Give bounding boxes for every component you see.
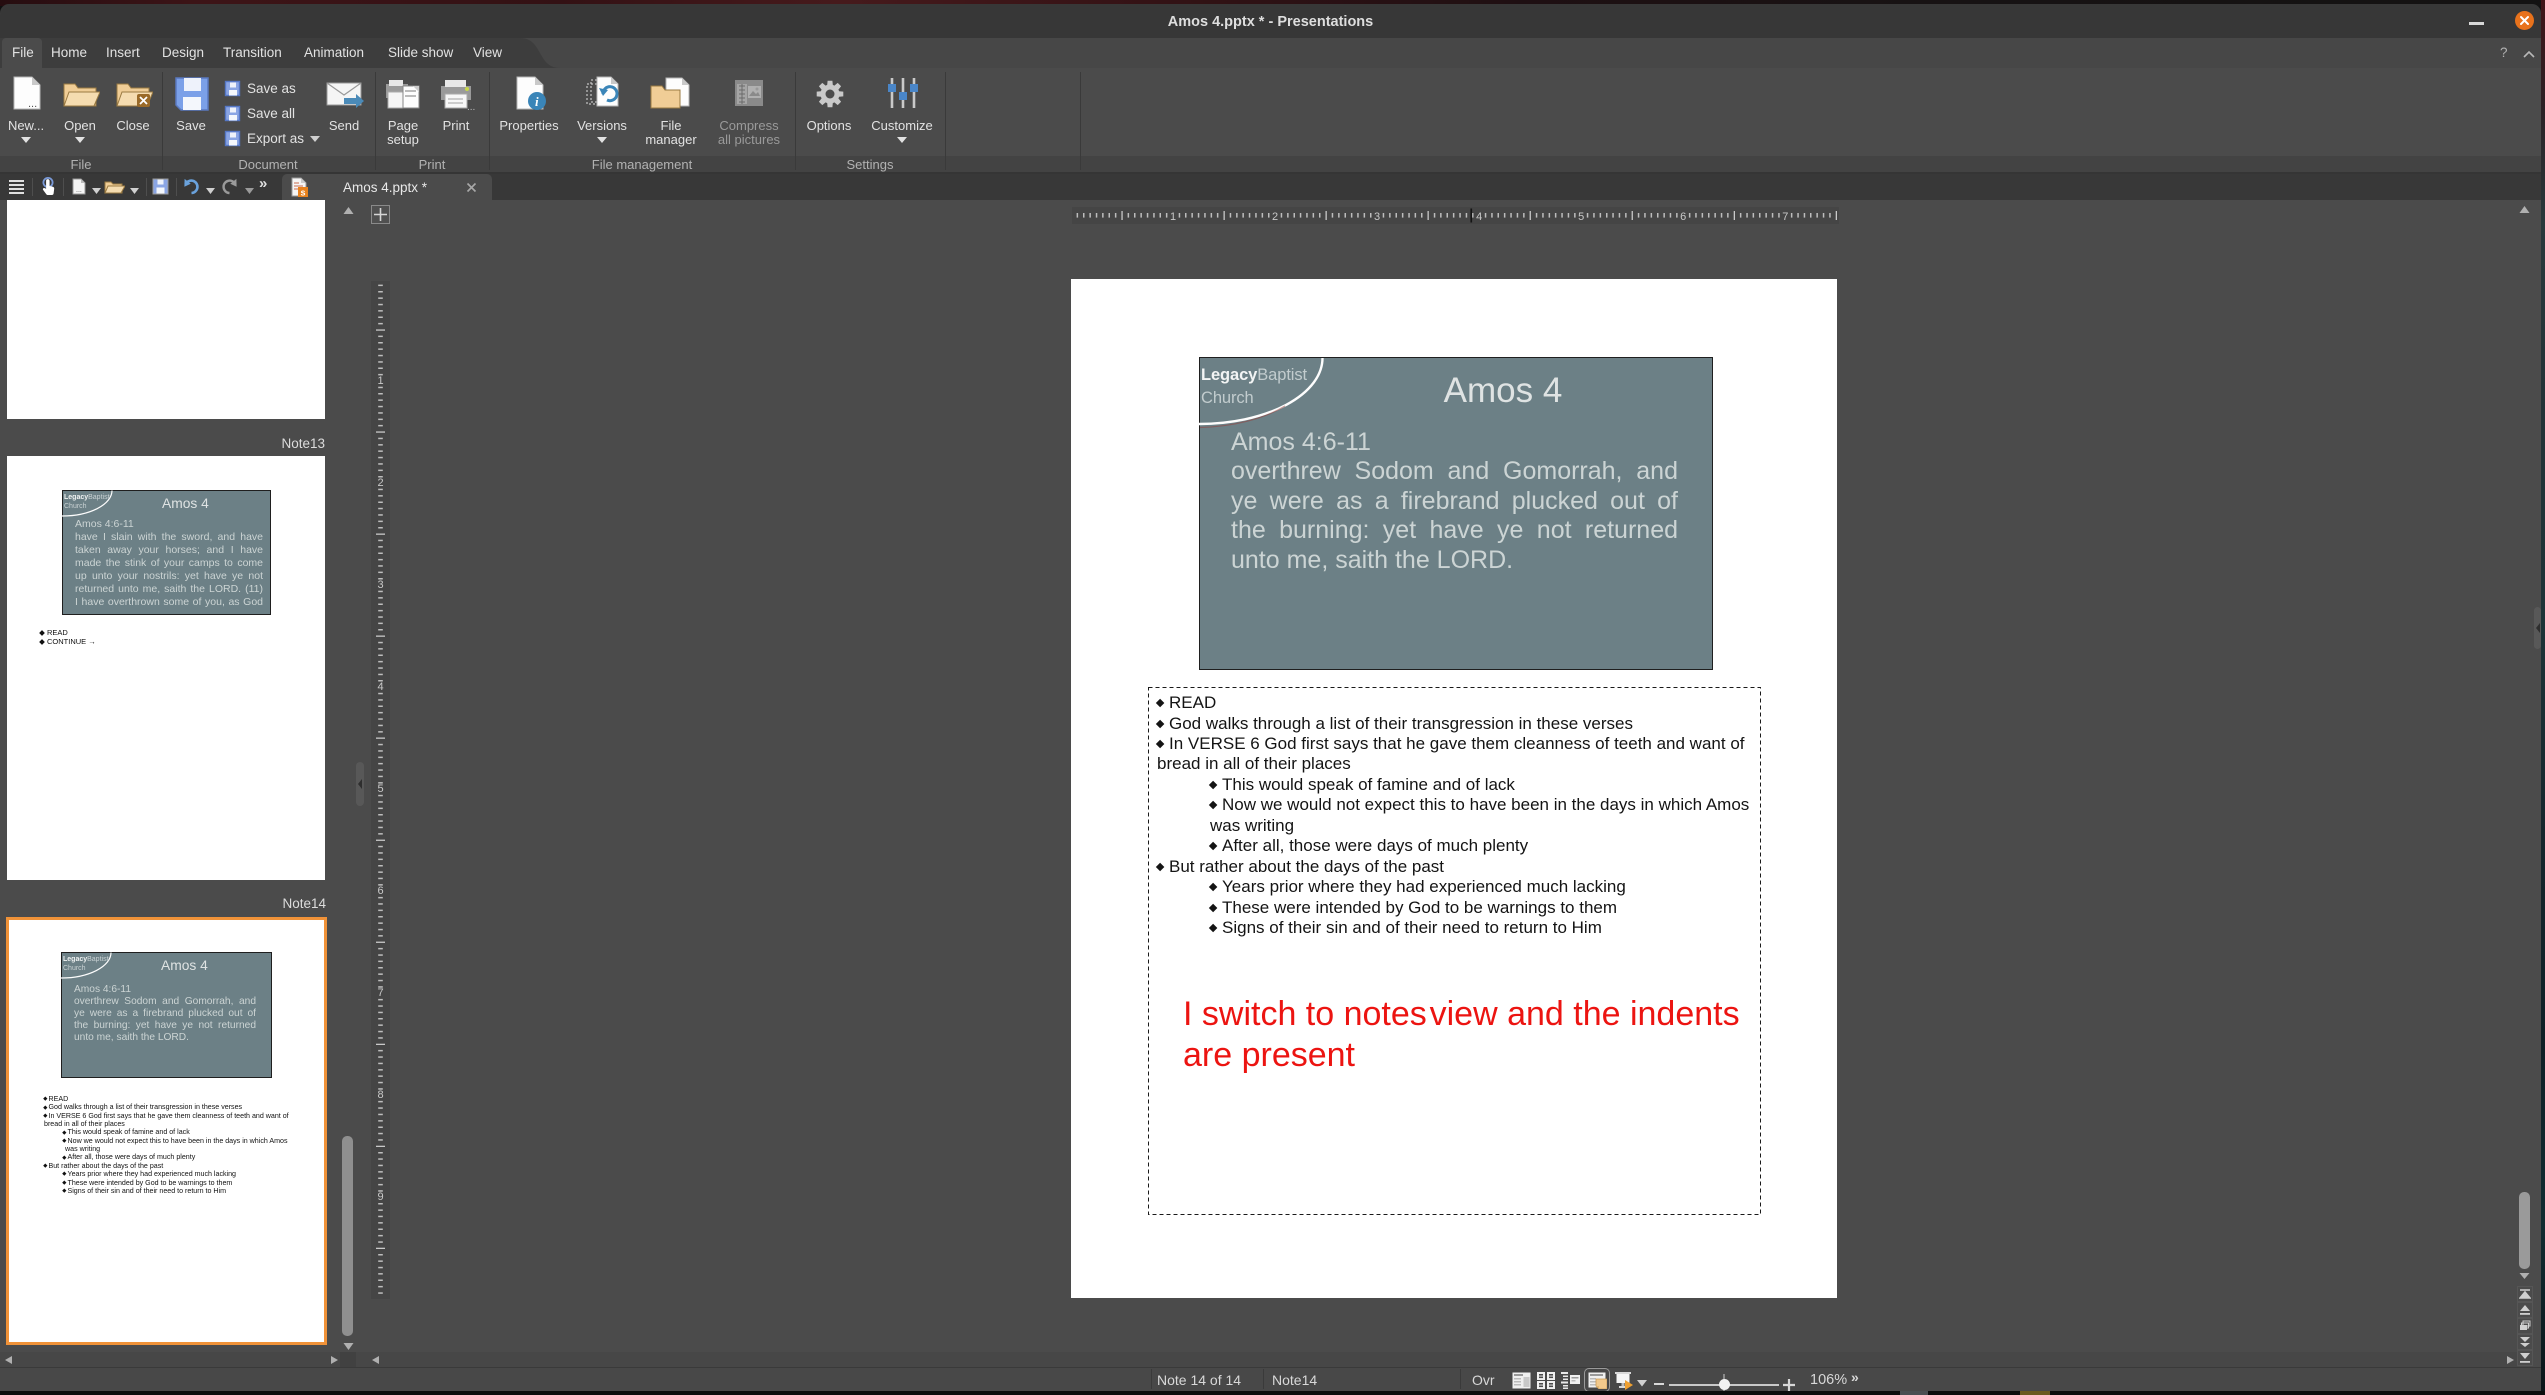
svg-text:...: ... <box>467 102 475 112</box>
svg-text:...: ... <box>28 98 37 110</box>
svg-text:...: ... <box>76 187 82 194</box>
svg-text:i: i <box>535 94 539 109</box>
svg-text:s: s <box>301 188 306 198</box>
